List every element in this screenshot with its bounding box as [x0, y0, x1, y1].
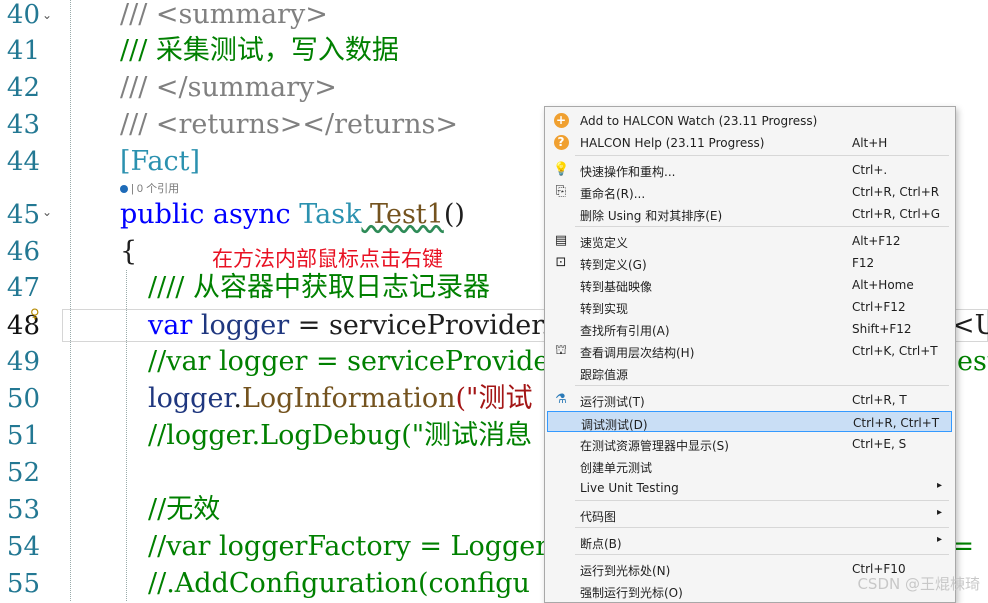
menu-item-breakpoint[interactable]: 断点(B) ▸	[547, 531, 952, 552]
menu-separator	[575, 155, 949, 156]
lightbulb-icon[interactable]: ♀	[30, 307, 40, 322]
menu-item-quick-actions[interactable]: 💡 快速操作和重构... Ctrl+.	[547, 159, 952, 180]
annotation-text: 在方法内部鼠标点击右键	[212, 247, 443, 271]
menu-item-create-unit-tests[interactable]: 创建单元测试	[547, 455, 952, 476]
menu-item-find-all-references[interactable]: 查找所有引用(A) Shift+F12	[547, 318, 952, 339]
string-literal: ("测试	[455, 383, 533, 414]
code-line: logger.LogInformation("测试	[148, 384, 532, 414]
menu-separator	[575, 527, 949, 528]
fold-chevron-icon[interactable]: ⌄	[42, 205, 52, 219]
halcon-plus-icon: +	[553, 113, 569, 129]
menu-item-peek-definition[interactable]: ▤ 速览定义 Alt+F12	[547, 230, 952, 251]
menu-item-add-halcon-watch[interactable]: + Add to HALCON Watch (23.11 Progress)	[547, 110, 952, 131]
call-hierarchy-icon: ⛫	[555, 343, 567, 358]
goto-definition-icon: ⊡	[555, 255, 567, 270]
menu-item-call-hierarchy[interactable]: ⛫ 查看调用层次结构(H) Ctrl+K, Ctrl+T	[547, 340, 952, 361]
identifier: logger	[148, 383, 234, 414]
halcon-help-icon: ?	[553, 135, 569, 151]
method-name: LogInformation	[241, 383, 456, 414]
code-overflow: <U	[952, 310, 988, 341]
submenu-arrow-icon: ▸	[936, 534, 942, 545]
code-line: /// 采集测试，写入数据	[120, 35, 399, 66]
line-number: 43	[6, 110, 40, 140]
identifier: logger	[192, 310, 290, 341]
code-line: //var loggerFactory = Logger	[148, 531, 549, 562]
method-name: Test1	[361, 199, 444, 230]
peek-definition-icon: ▤	[554, 233, 568, 248]
line-number: 50	[6, 384, 40, 414]
line-number: 51	[6, 421, 40, 451]
codelens-text: | 0 个引用	[131, 183, 180, 195]
line-number: 55	[6, 569, 40, 599]
code-line: //.AddConfiguration(configu	[148, 568, 530, 599]
line-number: 42	[6, 73, 40, 103]
code-line: //var logger = serviceProvide	[148, 346, 550, 377]
line-number: 41	[6, 36, 40, 66]
keyword: public async	[120, 199, 291, 230]
code-line: /// </summary>	[120, 72, 337, 103]
line-number: 49	[6, 347, 40, 377]
menu-item-run-tests[interactable]: ⚗ 运行测试(T) Ctrl+R, T	[547, 389, 952, 410]
watermark: CSDN @王焜棟琦	[857, 575, 980, 593]
reference-dot-icon	[120, 185, 128, 194]
code-line: /// <summary>	[120, 0, 328, 30]
line-number: 40	[6, 0, 40, 30]
menu-item-halcon-help[interactable]: ? HALCON Help (23.11 Progress) Alt+H	[547, 132, 952, 153]
menu-separator	[575, 226, 949, 227]
menu-item-remove-sort-usings[interactable]: 删除 Using 和对其排序(E) Ctrl+R, Ctrl+G	[547, 203, 952, 224]
menu-item-go-to-implementation[interactable]: 转到实现 Ctrl+F12	[547, 296, 952, 317]
submenu-arrow-icon: ▸	[936, 480, 942, 491]
menu-item-rename[interactable]: ⎘ 重命名(R)... Ctrl+R, Ctrl+R	[547, 181, 952, 202]
line-number: 46	[6, 237, 40, 267]
line-number: 52	[6, 458, 40, 488]
menu-separator	[575, 554, 949, 555]
menu-item-debug-tests[interactable]: 调试测试(D) Ctrl+R, Ctrl+T	[547, 411, 952, 432]
keyword: var	[148, 310, 193, 341]
type-name: Task	[290, 199, 362, 230]
menu-item-track-value-source[interactable]: 跟踪值源	[547, 362, 952, 383]
line-number: 53	[6, 495, 40, 525]
code-line: [Fact]	[120, 146, 201, 177]
code-line: /// <returns></returns>	[120, 109, 459, 140]
code-line: public async Task Test1()	[120, 200, 465, 230]
code-line: var logger = serviceProvider.G	[148, 311, 571, 341]
menu-item-show-in-test-explorer[interactable]: 在测试资源管理器中显示(S) Ctrl+E, S	[547, 433, 952, 454]
menu-separator	[575, 385, 949, 386]
line-number: 45	[6, 200, 40, 230]
run-test-icon: ⚗	[555, 392, 567, 407]
menu-item-go-to-base[interactable]: 转到基础映像 Alt+Home	[547, 274, 952, 295]
code-text: = serviceProvider.G	[289, 310, 572, 341]
context-menu[interactable]: + Add to HALCON Watch (23.11 Progress) ?…	[544, 106, 956, 603]
code-line: //// 从容器中获取日志记录器	[148, 272, 490, 303]
indent-guide	[70, 0, 71, 601]
menu-item-go-to-definition[interactable]: ⊡ 转到定义(G) F12	[547, 252, 952, 273]
punct: .	[233, 383, 242, 414]
code-overflow: est1	[957, 346, 988, 377]
fold-chevron-icon[interactable]: ⌄	[42, 8, 52, 22]
menu-item-live-unit-testing[interactable]: Live Unit Testing ▸	[547, 477, 952, 498]
menu-item-code-map[interactable]: 代码图 ▸	[547, 504, 952, 525]
line-number: 54	[6, 532, 40, 562]
code-line: //logger.LogDebug("测试消息	[148, 420, 533, 451]
code-line: //无效	[148, 494, 221, 525]
codelens-references[interactable]: | 0 个引用	[120, 180, 179, 196]
code-line: {	[120, 236, 138, 267]
line-number: 44	[6, 147, 40, 177]
line-number: 47	[6, 273, 40, 303]
submenu-arrow-icon: ▸	[936, 507, 942, 518]
lightbulb-icon: 💡	[553, 162, 570, 177]
menu-separator	[575, 500, 949, 501]
punct: ()	[443, 199, 465, 230]
rename-icon: ⎘	[555, 184, 567, 199]
